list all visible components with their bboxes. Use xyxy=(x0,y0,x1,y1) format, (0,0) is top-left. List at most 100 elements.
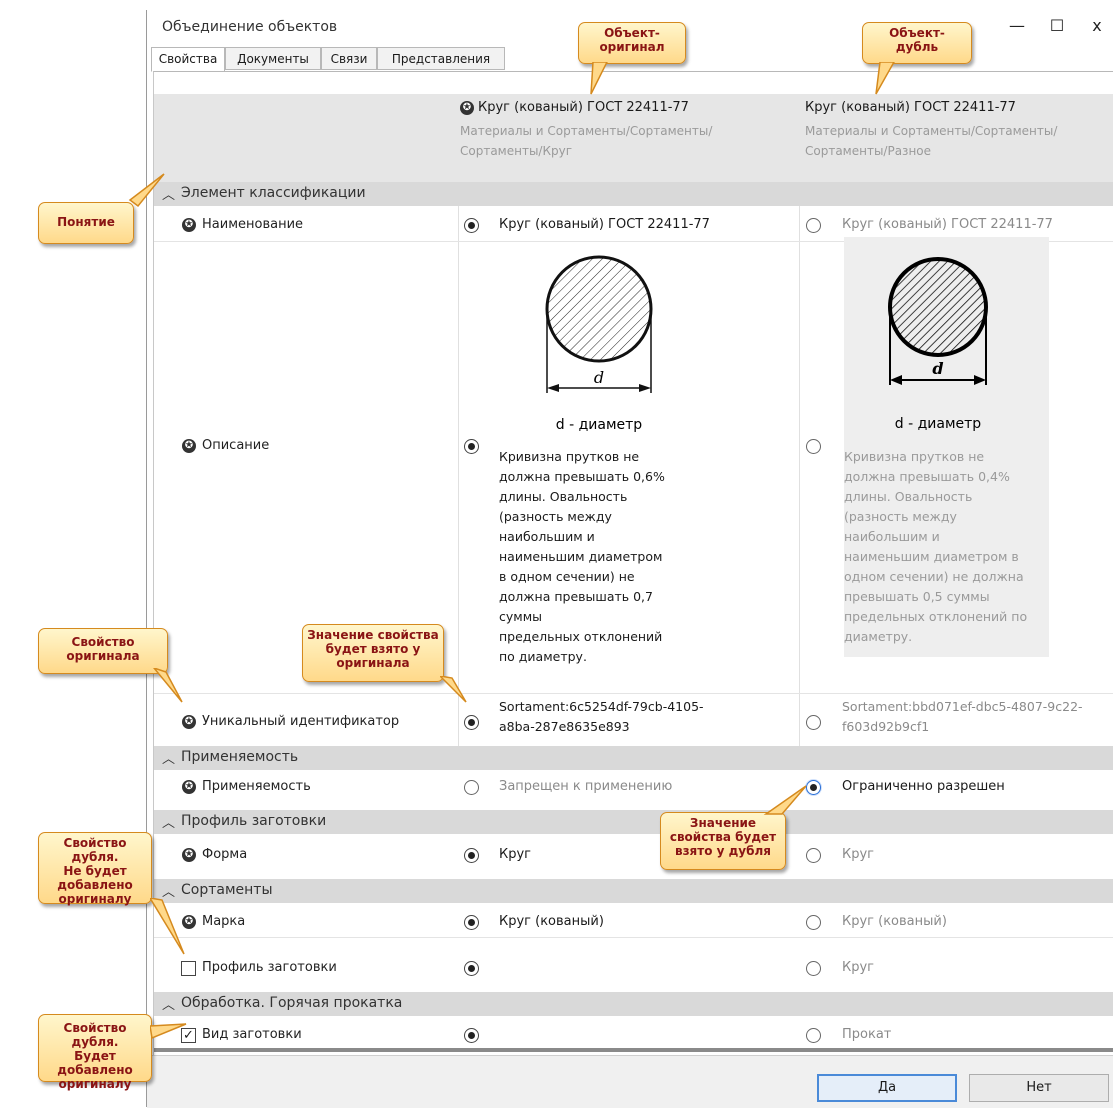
property-billet-type-label: Вид заготовки xyxy=(202,1027,302,1042)
section-assortments[interactable]: ︿ Сортаменты xyxy=(154,879,1113,903)
duplicate-description-text: Кривизна прутков не должна превышать 0,4… xyxy=(844,449,1028,644)
duplicate-uid-line2: f603d92b9cf1 xyxy=(842,719,930,734)
original-object-title: Круг (кованый) ГОСТ 22411-77 xyxy=(478,100,689,115)
svg-text:d: d xyxy=(932,359,943,378)
horizontal-scrollbar[interactable] xyxy=(154,1048,1113,1052)
row-divider xyxy=(154,937,1113,938)
duplicate-profile-radio[interactable] xyxy=(806,961,821,976)
window-title: Объединение объектов xyxy=(162,19,338,35)
original-description-text: Кривизна прутков не должна превышать 0,6… xyxy=(499,449,665,664)
yes-button[interactable]: Да xyxy=(817,1074,957,1102)
original-applicability-radio[interactable] xyxy=(464,780,479,795)
property-grade-label: Марка xyxy=(202,914,246,929)
duplicate-applicability-value: Ограниченно разрешен xyxy=(842,779,1005,794)
duplicate-billet-type-radio[interactable] xyxy=(806,1028,821,1043)
section-applicability[interactable]: ︿ Применяемость xyxy=(154,746,1113,770)
callout-original-object: Объект- оригинал xyxy=(578,22,686,64)
duplicate-name-value: Круг (кованый) ГОСТ 22411-77 xyxy=(842,217,1053,232)
duplicate-uid-line1: Sortament:bbd071ef-dbc5-4807-9c22- xyxy=(842,699,1083,714)
star-icon: ✪ xyxy=(182,780,196,794)
original-uid-line1: Sortament:6c5254df-79cb-4105- xyxy=(499,699,704,714)
star-icon: ✪ xyxy=(182,218,196,232)
chevron-up-icon: ︿ xyxy=(162,752,176,767)
property-uid-label: Уникальный идентификатор xyxy=(202,714,400,729)
merge-objects-dialog: Объединение объектов — ☐ x Свойства Доку… xyxy=(146,10,1113,1108)
original-uid-line2: a8ba-287e8635e893 xyxy=(499,719,630,734)
property-applicability-label: Применяемость xyxy=(202,779,311,794)
svg-text:d - диаметр: d - диаметр xyxy=(556,417,643,433)
duplicate-billet-type-value: Прокат xyxy=(842,1027,892,1042)
star-icon: ✪ xyxy=(182,848,196,862)
tab-links[interactable]: Связи xyxy=(321,47,377,70)
original-object-path-line2: Сортаменты/Круг xyxy=(460,144,573,158)
circle-diameter-icon: d d - диаметр xyxy=(545,255,653,433)
original-shape-radio[interactable] xyxy=(464,848,479,863)
objects-header: ✪ Круг (кованый) ГОСТ 22411-77 Материалы… xyxy=(154,94,1113,182)
callout-pointer xyxy=(153,668,183,703)
original-uid-radio[interactable] xyxy=(464,715,479,730)
callout-concept: Понятие xyxy=(38,202,134,244)
callout-value-from-duplicate: Значение свойства будет взято у дубля xyxy=(660,812,786,870)
original-shape-value: Круг xyxy=(499,847,532,862)
duplicate-object-path-line2: Сортаменты/Разное xyxy=(805,144,932,158)
original-name-value: Круг (кованый) ГОСТ 22411-77 xyxy=(499,217,710,232)
duplicate-object-title: Круг (кованый) ГОСТ 22411-77 xyxy=(805,100,1016,115)
section-classification[interactable]: ︿ Элемент классификации xyxy=(154,182,1113,206)
no-button[interactable]: Нет xyxy=(969,1074,1109,1102)
callout-duplicate-added: Свойство дубля. Будет добавлено оригинал… xyxy=(38,1014,152,1091)
property-description-label: Описание xyxy=(202,438,270,453)
property-name-label: Наименование xyxy=(202,217,304,232)
maximize-button[interactable]: ☐ xyxy=(1037,14,1077,38)
duplicate-grade-radio[interactable] xyxy=(806,915,821,930)
property-shape-label: Форма xyxy=(202,847,248,862)
original-profile-radio[interactable] xyxy=(464,961,479,976)
circle-diameter-icon: d d - диаметр xyxy=(888,257,988,432)
star-icon: ✪ xyxy=(182,715,196,729)
duplicate-shape-value: Круг xyxy=(842,847,875,862)
minimize-button[interactable]: — xyxy=(997,14,1037,38)
callout-duplicate-not-added: Свойство дубля. Не будет добавлено ориги… xyxy=(38,832,152,906)
duplicate-profile-value: Круг xyxy=(842,960,875,975)
original-billet-type-radio[interactable] xyxy=(464,1028,479,1043)
original-object-path-line1: Материалы и Сортаменты/Сортаменты/ xyxy=(460,124,713,138)
row-divider xyxy=(154,693,1113,694)
section-billet-profile[interactable]: ︿ Профиль заготовки xyxy=(154,810,1113,834)
properties-grid: ✪ Круг (кованый) ГОСТ 22411-77 Материалы… xyxy=(153,71,1113,1056)
property-profile-label: Профиль заготовки xyxy=(202,960,337,975)
callout-pointer xyxy=(128,173,165,208)
callout-duplicate-object: Объект- дубль xyxy=(862,22,972,64)
callout-pointer xyxy=(440,676,467,703)
duplicate-shape-radio[interactable] xyxy=(806,848,821,863)
chevron-up-icon: ︿ xyxy=(162,816,176,831)
callout-pointer xyxy=(875,62,895,95)
tab-properties[interactable]: Свойства xyxy=(151,47,225,72)
dialog-footer: Да Нет xyxy=(147,1055,1113,1108)
svg-text:d: d xyxy=(594,368,604,387)
tab-documents[interactable]: Документы xyxy=(225,47,321,70)
duplicate-name-radio[interactable] xyxy=(806,218,821,233)
close-button[interactable]: x xyxy=(1077,14,1113,38)
original-grade-radio[interactable] xyxy=(464,915,479,930)
duplicate-object-path-line1: Материалы и Сортаменты/Сортаменты/ xyxy=(805,124,1058,138)
tab-representations[interactable]: Представления xyxy=(377,47,505,70)
original-grade-value: Круг (кованый) xyxy=(499,914,604,929)
callout-value-from-original: Значение свойства будет взято у оригинал… xyxy=(302,624,444,682)
original-name-radio[interactable] xyxy=(464,218,479,233)
svg-text:d - диаметр: d - диаметр xyxy=(895,416,982,432)
star-icon: ✪ xyxy=(460,101,474,115)
callout-pointer xyxy=(150,898,185,955)
original-applicability-value: Запрещен к применению xyxy=(499,779,673,794)
duplicate-grade-value: Круг (кованый) xyxy=(842,914,947,929)
star-icon: ✪ xyxy=(182,439,196,453)
duplicate-description-radio[interactable] xyxy=(806,439,821,454)
original-description-radio[interactable] xyxy=(464,439,479,454)
duplicate-uid-radio[interactable] xyxy=(806,715,821,730)
profile-checkbox[interactable] xyxy=(181,961,196,976)
callout-pointer xyxy=(763,785,807,815)
chevron-up-icon: ︿ xyxy=(162,998,176,1013)
section-hot-rolling[interactable]: ︿ Обработка. Горячая прокатка xyxy=(154,992,1113,1016)
column-divider xyxy=(799,206,800,764)
callout-pointer xyxy=(150,1023,187,1040)
diameter-drawing-original: d d - диаметр xyxy=(499,243,699,443)
callout-pointer xyxy=(590,62,608,95)
